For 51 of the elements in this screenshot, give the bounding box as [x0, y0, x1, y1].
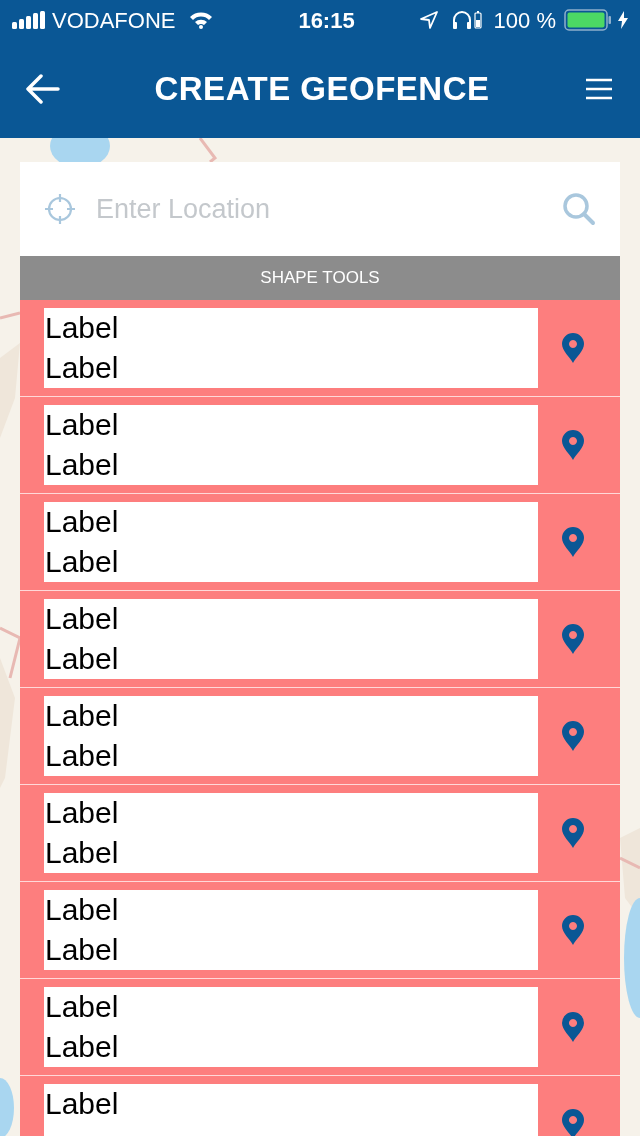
label-text: Label — [44, 835, 120, 871]
label-text: Label — [44, 601, 120, 637]
label-text: Label — [44, 892, 120, 928]
label-text: Label — [44, 641, 120, 677]
label-text: Label — [44, 447, 120, 483]
label-text: Label — [44, 504, 120, 540]
map-pin-icon[interactable] — [562, 818, 584, 848]
carrier-name: VODAFONE — [52, 6, 176, 35]
label-text: Label — [44, 989, 120, 1025]
label-text: Label — [44, 544, 120, 580]
label-text: Label — [44, 407, 120, 443]
map-pin-icon[interactable] — [562, 1109, 584, 1136]
shape-tool-row[interactable]: Label Label — [20, 397, 620, 494]
label-text: Label — [44, 1029, 120, 1065]
page-title: CREATE GEOFENCE — [154, 69, 490, 110]
shape-tool-row[interactable]: Label Label — [20, 882, 620, 979]
back-button[interactable] — [26, 72, 60, 106]
label-text: Label — [44, 310, 120, 346]
shape-tool-row[interactable]: Label Label — [20, 494, 620, 591]
shape-tool-row[interactable]: Label Label — [20, 979, 620, 1076]
map-pin-icon[interactable] — [562, 624, 584, 654]
shape-tool-row[interactable]: Label Label — [20, 300, 620, 397]
map-pin-icon[interactable] — [562, 1012, 584, 1042]
section-header: SHAPE TOOLS — [20, 256, 620, 300]
label-text: Label — [44, 738, 120, 774]
label-text: Label — [44, 795, 120, 831]
shape-tool-row[interactable]: Label Label — [20, 785, 620, 882]
map-pin-icon[interactable] — [562, 430, 584, 460]
clock-time: 16:15 — [297, 6, 355, 35]
label-text: Label — [44, 350, 120, 386]
map-pin-icon[interactable] — [562, 333, 584, 363]
battery-percent: 100 % — [493, 6, 556, 35]
location-arrow-icon — [419, 11, 438, 29]
small-battery-icon — [473, 11, 482, 29]
wifi-icon — [189, 11, 214, 29]
charging-bolt-icon — [618, 11, 628, 29]
search-icon — [562, 192, 596, 226]
location-input[interactable]: Enter Location — [96, 188, 562, 230]
battery-icon — [564, 9, 612, 31]
map-pin-icon[interactable] — [562, 915, 584, 945]
signal-icon — [12, 11, 46, 29]
map-pin-icon[interactable] — [562, 721, 584, 751]
label-text: Label — [44, 1086, 120, 1122]
shape-tool-row[interactable]: Label Label — [20, 591, 620, 688]
shape-tool-row[interactable]: Label Label — [20, 688, 620, 785]
map-pin-icon[interactable] — [562, 527, 584, 557]
headphones-icon — [451, 11, 472, 29]
label-text: Label — [44, 932, 120, 968]
shape-tool-row[interactable]: Label — [20, 1076, 620, 1136]
crosshair-icon — [44, 193, 76, 225]
label-text: Label — [44, 698, 120, 734]
